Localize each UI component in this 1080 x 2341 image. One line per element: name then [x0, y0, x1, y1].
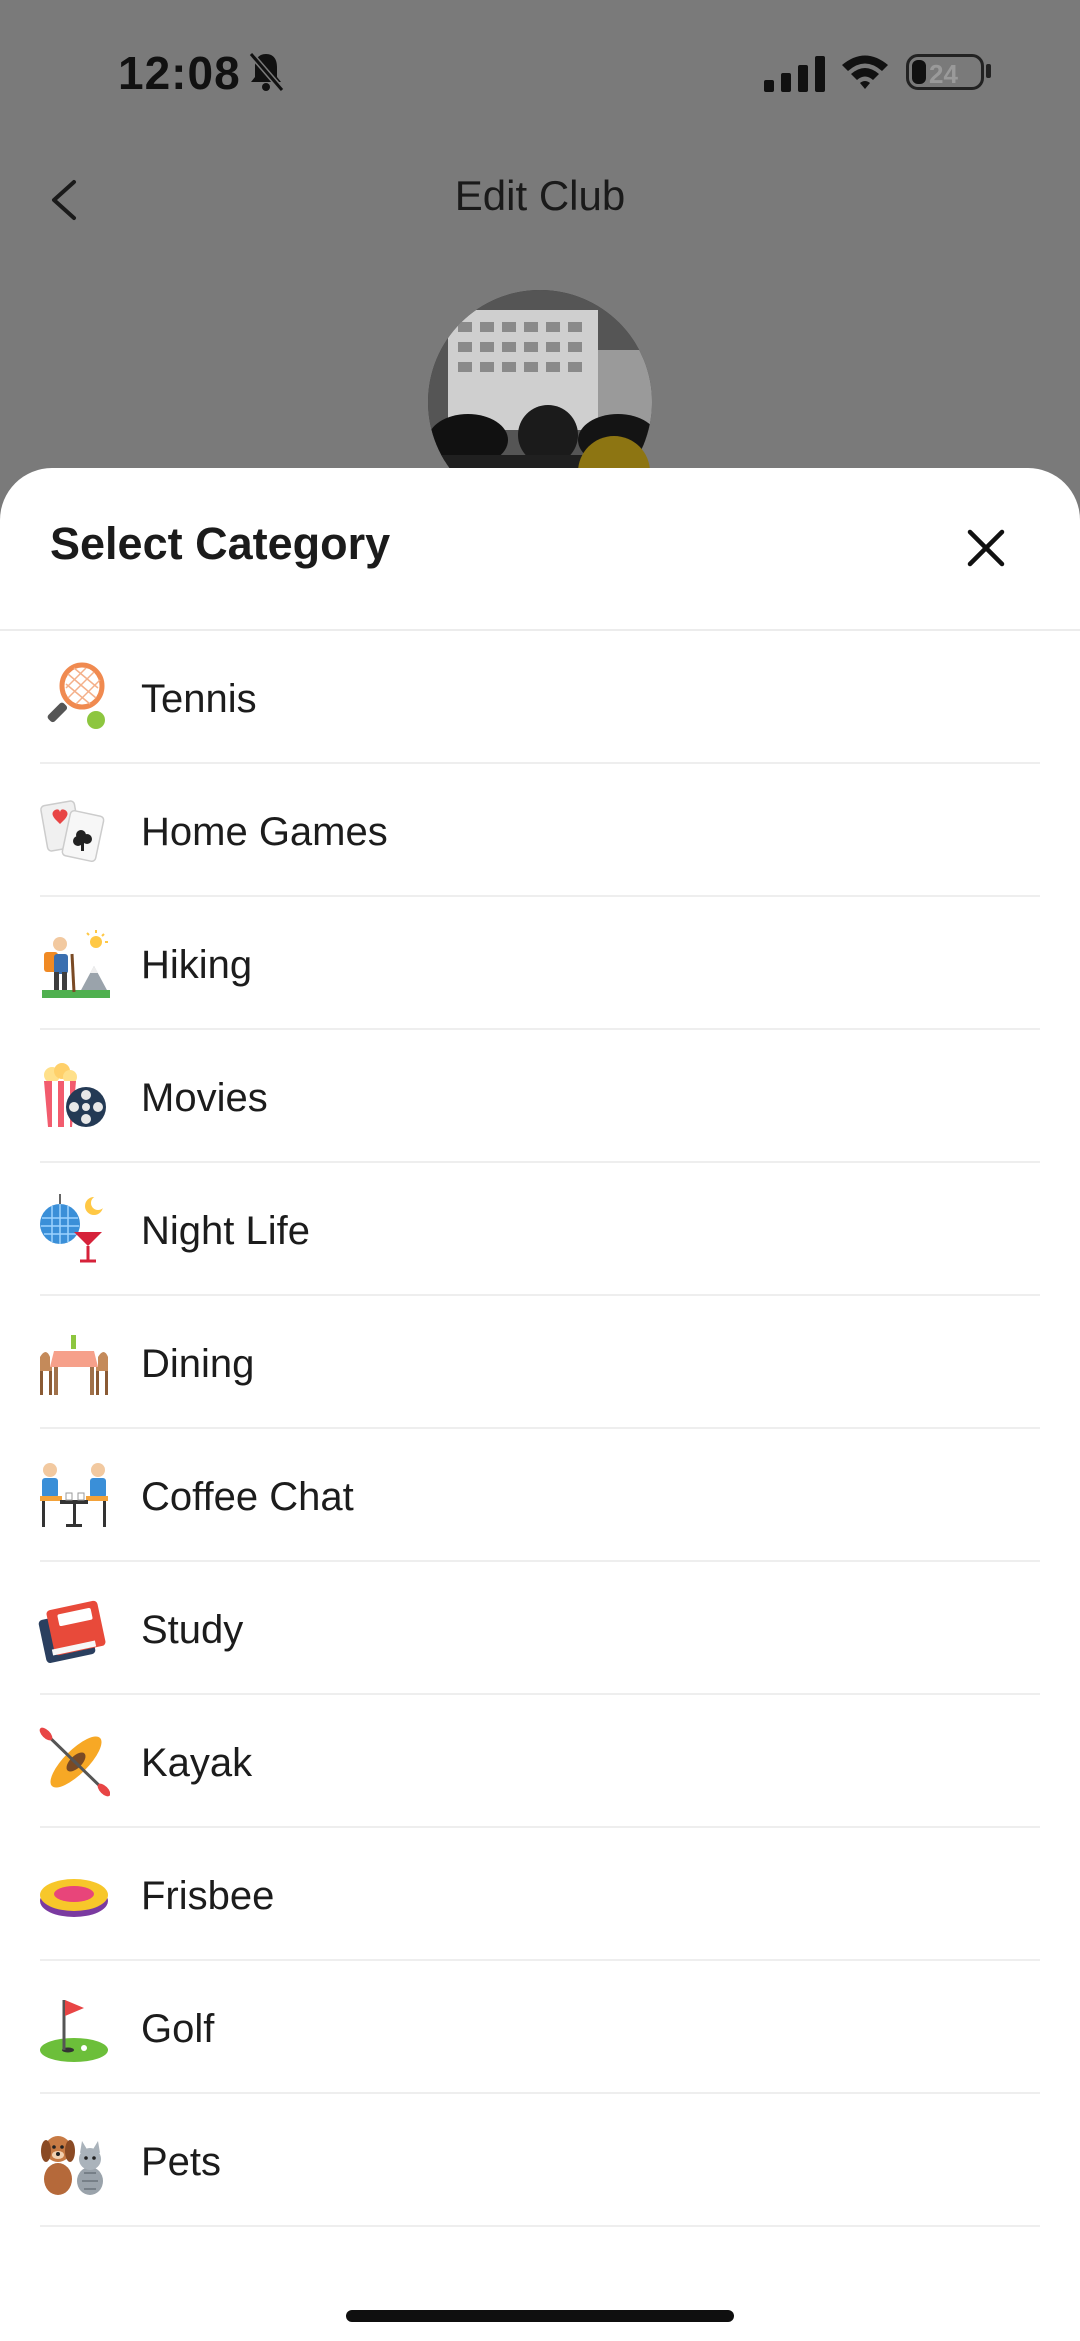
category-label: Frisbee: [141, 1874, 275, 1918]
book-icon: [38, 1600, 106, 1663]
wifi-icon: [842, 55, 888, 89]
select-category-sheet: Select Category Tennis Home Games Hiking…: [0, 468, 1080, 2341]
category-item-golf[interactable]: Golf: [0, 1961, 1080, 2094]
category-label: Tennis: [141, 677, 257, 721]
home-indicator[interactable]: [346, 2310, 734, 2322]
category-label: Kayak: [141, 1741, 253, 1785]
category-item-hiking[interactable]: Hiking: [0, 897, 1080, 1030]
category-item-dining[interactable]: Dining: [0, 1296, 1080, 1429]
category-item-coffee-chat[interactable]: Coffee Chat: [0, 1429, 1080, 1562]
battery-level-text: 24: [929, 59, 958, 89]
kayak-icon: [39, 1727, 110, 1797]
page-title: Edit Club: [454, 172, 626, 219]
tennis-racket-icon: [47, 662, 105, 729]
cellular-signal-icon: [764, 56, 825, 92]
sheet-title: Select Category: [50, 518, 391, 569]
category-label: Golf: [141, 2007, 215, 2051]
category-item-home-games[interactable]: Home Games: [0, 764, 1080, 897]
category-list: Tennis Home Games Hiking Movies Night Li…: [0, 631, 1080, 2341]
list-bottom-area: [0, 2253, 1080, 2341]
status-time: 12:08: [118, 47, 241, 99]
category-label: Coffee Chat: [141, 1475, 354, 1519]
category-item-movies[interactable]: Movies: [0, 1030, 1080, 1163]
dining-table-icon: [40, 1335, 108, 1395]
category-item-study[interactable]: Study: [0, 1562, 1080, 1695]
popcorn-film-reel-icon: [44, 1063, 106, 1127]
bell-muted-icon: [248, 52, 285, 92]
category-item-pets[interactable]: Pets: [0, 2094, 1080, 2227]
dog-cat-icon: [41, 2136, 103, 2195]
category-label: Hiking: [141, 943, 253, 987]
golf-flag-icon: [40, 2000, 108, 2062]
close-icon[interactable]: [956, 518, 1016, 578]
category-item-kayak[interactable]: Kayak: [0, 1695, 1080, 1828]
category-label: Night Life: [141, 1209, 310, 1253]
category-item-night-life[interactable]: Night Life: [0, 1163, 1080, 1296]
category-label: Home Games: [141, 810, 388, 854]
coffee-chat-icon: [40, 1463, 108, 1527]
category-item-frisbee[interactable]: Frisbee: [0, 1828, 1080, 1961]
battery-icon: 24: [906, 54, 984, 90]
category-label: Study: [141, 1608, 244, 1652]
status-bar: 12:08 24: [0, 0, 1080, 150]
category-label: Dining: [141, 1342, 255, 1386]
category-label: Movies: [141, 1076, 268, 1120]
disco-ball-cocktail-icon: [40, 1194, 105, 1263]
category-item-tennis[interactable]: Tennis: [0, 631, 1080, 764]
hiker-icon: [42, 930, 110, 998]
category-label: Pets: [141, 2140, 222, 2184]
frisbee-icon: [40, 1879, 108, 1917]
playing-cards-icon: [40, 800, 105, 863]
